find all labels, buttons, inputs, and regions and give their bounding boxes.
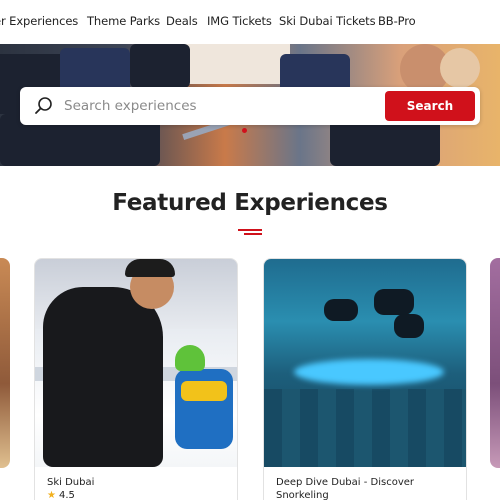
nav-item-theme-parks[interactable]: Theme Parks xyxy=(87,14,160,28)
nav-item-ski-dubai-tickets[interactable]: Ski Dubai Tickets xyxy=(279,14,376,28)
rating-value: 4.5 xyxy=(58,490,75,500)
rating: ★ 4.5 xyxy=(47,490,75,500)
experience-image xyxy=(35,259,237,467)
rider-figure xyxy=(440,48,480,88)
search-input[interactable] xyxy=(64,93,384,119)
star-icon: ★ xyxy=(47,490,56,500)
experience-image xyxy=(264,259,466,467)
section-title: Featured Experiences xyxy=(112,190,388,216)
title-underline xyxy=(238,229,262,235)
nav-item-deals[interactable]: Deals xyxy=(166,14,198,28)
search-bar: Search xyxy=(20,87,480,125)
experience-name: Ski Dubai xyxy=(47,477,95,488)
top-nav: er Experiences Theme Parks Deals IMG Tic… xyxy=(0,0,500,44)
nav-item-bb-pro[interactable]: BB-Pro xyxy=(378,14,416,28)
carousel-indicator[interactable] xyxy=(242,128,247,133)
search-button[interactable]: Search xyxy=(385,91,475,121)
experience-card-partial[interactable] xyxy=(490,258,500,468)
coaster-seat xyxy=(130,44,190,88)
experience-card-ski-dubai[interactable]: Ski Dubai ★ 4.5 xyxy=(34,258,238,500)
experience-name: Deep Dive Dubai - Discover Snorkeling xyxy=(276,477,415,500)
search-icon xyxy=(35,97,52,114)
nav-item-img-tickets[interactable]: IMG Tickets xyxy=(207,14,272,28)
experience-card-deep-dive[interactable]: Deep Dive Dubai - Discover Snorkeling xyxy=(263,258,467,500)
experience-card-partial[interactable] xyxy=(0,258,10,468)
nav-item-experiences[interactable]: er Experiences xyxy=(0,14,78,28)
